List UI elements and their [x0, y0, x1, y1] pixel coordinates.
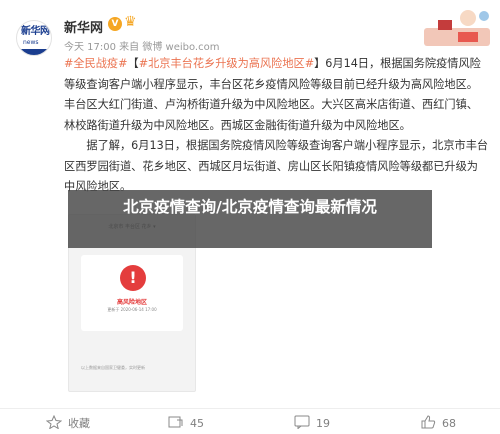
post-content: #全民战疫#【#北京丰台花乡升级为高风险地区#】6月14日，根据国务院疫情风险等…: [64, 54, 489, 198]
comment-icon: [294, 415, 310, 429]
post-paragraph-1: #全民战疫#【#北京丰台花乡升级为高风险地区#】6月14日，根据国务院疫情风险等…: [64, 54, 489, 136]
post-paragraph-2: 据了解，6月13日，根据国务院疫情风险等级查询客户端小程序显示，北京市丰台区西罗…: [64, 139, 489, 193]
like-button[interactable]: 68: [420, 415, 456, 431]
post-action-toolbar: 收藏 45 19 68: [0, 408, 500, 434]
thumbs-up-icon: [421, 415, 436, 429]
favorite-button[interactable]: 收藏: [46, 415, 90, 431]
risk-update-date: 更新于 2020-06-14 17:00: [107, 307, 157, 312]
avatar-logo-bar: [17, 49, 51, 55]
risk-card: ! 高风险地区 更新于 2020-06-14 17:00: [81, 255, 183, 331]
account-name[interactable]: 新华网: [64, 17, 103, 36]
avatar-logo-text: 新华网: [21, 26, 50, 37]
avatar[interactable]: 新华网 news: [16, 20, 52, 56]
crown-icon: ♛: [124, 14, 137, 30]
warning-icon: !: [120, 265, 146, 291]
risk-level-label: 高风险地区: [116, 299, 147, 306]
forward-count: 45: [190, 417, 204, 430]
forward-icon: [168, 416, 183, 428]
comment-count: 19: [316, 417, 330, 430]
post-header: 新华网 news 新华网 V ♛ 今天 17:00 来自 微博 weibo.co…: [0, 0, 500, 56]
hashtag-fengtai[interactable]: #北京丰台花乡升级为高风险地区#: [139, 57, 314, 70]
screenshot-footer: 以上数据来自国家卫健委，实时更新: [81, 365, 145, 370]
favorite-label: 收藏: [68, 417, 90, 430]
like-count: 68: [442, 417, 456, 430]
hashtag-quanmin[interactable]: #全民战疫#: [64, 57, 128, 70]
comment-button[interactable]: 19: [294, 415, 330, 431]
verified-badge-icon: V: [108, 17, 122, 31]
post-meta: 今天 17:00 来自 微博 weibo.com: [64, 42, 220, 53]
overlay-title-banner: 北京疫情查询/北京疫情查询最新情况: [68, 190, 432, 248]
forward-button[interactable]: 45: [168, 415, 204, 431]
decoration-illustration-icon: [424, 10, 490, 46]
avatar-logo-sub: news: [23, 39, 39, 46]
star-icon: [46, 415, 62, 429]
bracket-open: 【: [127, 57, 139, 70]
